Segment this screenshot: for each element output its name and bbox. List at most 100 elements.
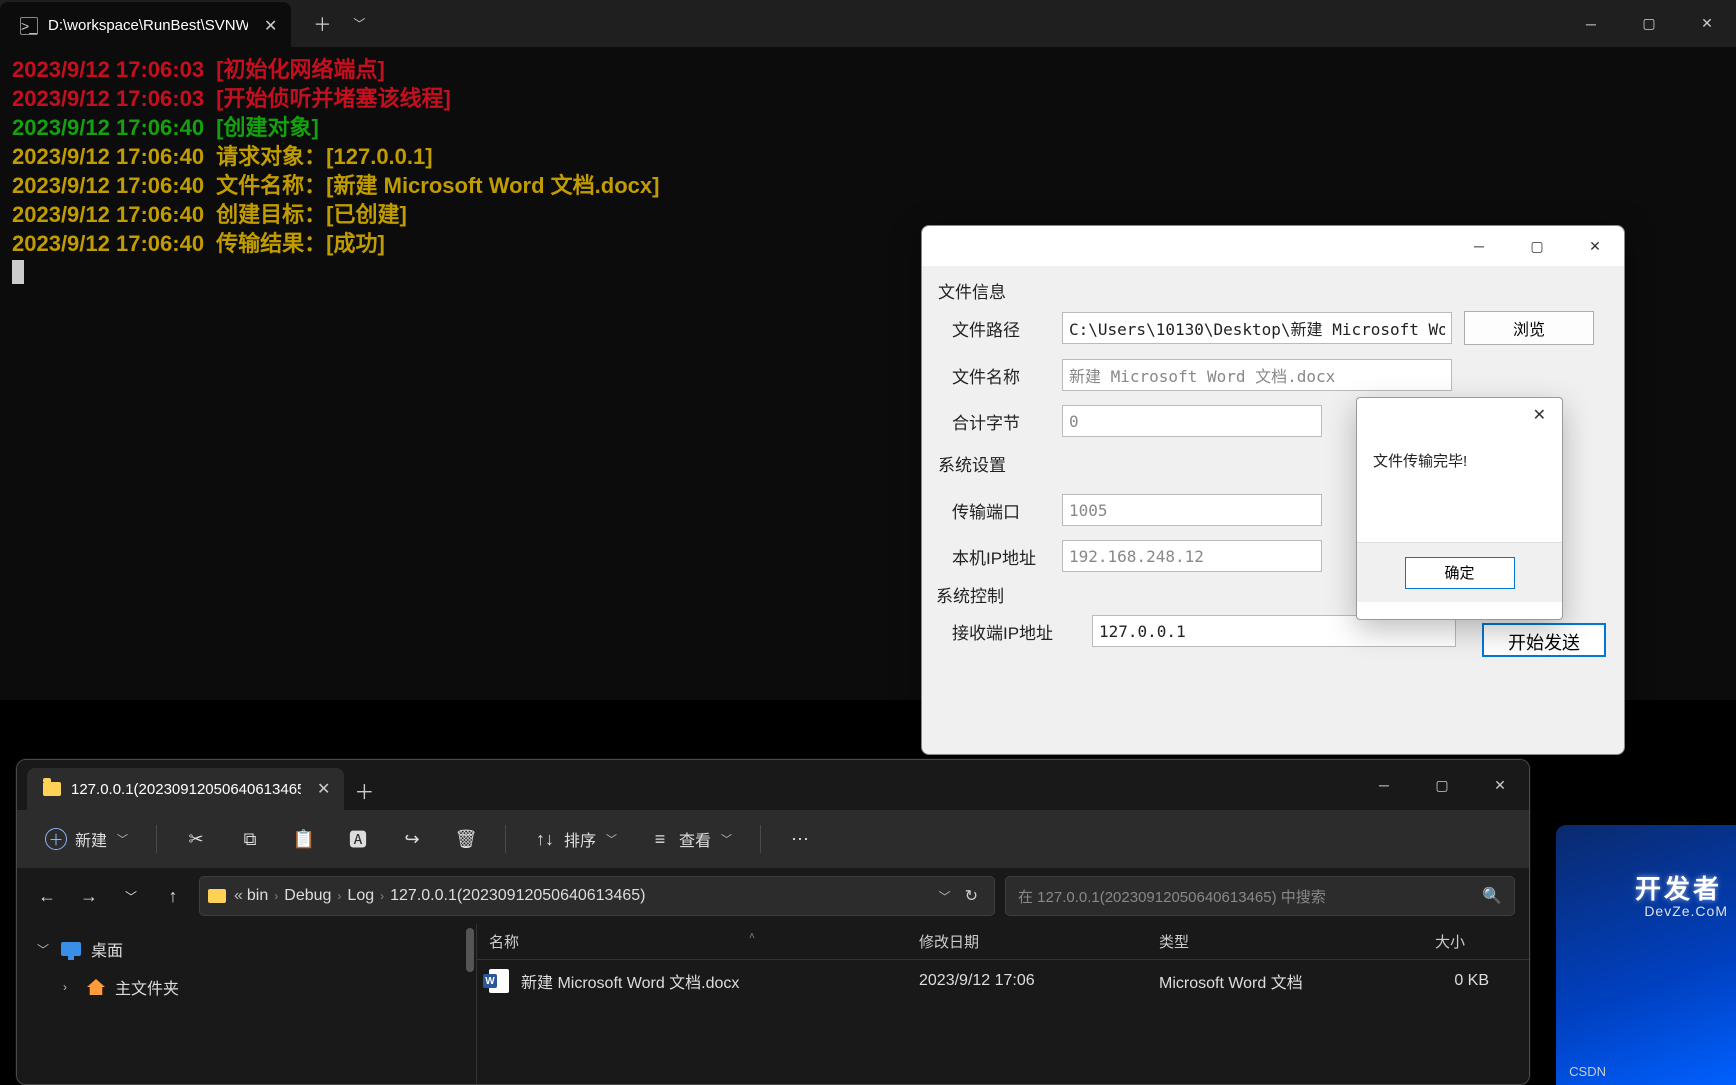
more-button[interactable]: ⋯ (777, 820, 823, 858)
sort-button[interactable]: ↑↓ 排序 ﹀ (522, 820, 629, 858)
explorer-tab[interactable]: 127.0.0.1(20230912050640613465) ✕ (27, 768, 344, 810)
sidebar-item-home[interactable]: › 主文件夹 (17, 968, 476, 1006)
terminal-window-controls: ─ ▢ ✕ (1562, 4, 1736, 44)
share-button[interactable]: ↪ (389, 820, 435, 858)
file-path-input[interactable] (1062, 312, 1452, 344)
breadcrumb-segment[interactable]: 127.0.0.1(20230912050640613465) (390, 887, 645, 905)
clipboard-icon: 📋 (293, 828, 315, 850)
nav-back-button[interactable]: ← (31, 877, 63, 915)
terminal-tab-dropdown-icon[interactable]: ﹀ (345, 7, 373, 41)
label-file-path: 文件路径 (952, 316, 1062, 341)
delete-button[interactable]: 🗑 (443, 820, 489, 858)
sidebar-scrollbar[interactable] (466, 928, 474, 972)
browse-button[interactable]: 浏览 (1464, 311, 1594, 345)
address-bar[interactable]: «bin›Debug›Log›127.0.0.1(202309120506406… (199, 876, 995, 916)
copy-button[interactable]: ⧉ (227, 820, 273, 858)
share-icon: ↪ (401, 828, 423, 850)
trash-icon: 🗑 (455, 828, 477, 850)
explorer-address-row: ← → ﹀ ↑ «bin›Debug›Log›127.0.0.1(2023091… (17, 868, 1529, 924)
message-box: ✕ 文件传输完毕! 确定 (1356, 397, 1563, 620)
explorer-tab-close-icon[interactable]: ✕ (317, 779, 330, 799)
address-dropdown-icon[interactable]: ﹀ (933, 888, 957, 905)
section-file-info: 文件信息 (938, 278, 1608, 303)
paste-button[interactable]: 📋 (281, 820, 327, 858)
column-date[interactable]: 修改日期 (907, 931, 1147, 952)
file-date: 2023/9/12 17:06 (919, 972, 1159, 990)
chevron-down-icon: ﹀ (721, 831, 732, 847)
cut-button[interactable]: ✂ (173, 820, 219, 858)
sort-button-label: 排序 (564, 827, 596, 851)
file-name: 新建 Microsoft Word 文档.docx (521, 969, 739, 993)
explorer-sidebar: ﹀ 桌面 › 主文件夹 (17, 924, 477, 1084)
view-button-label: 查看 (679, 827, 711, 851)
terminal-tab-close-icon[interactable]: ✕ (264, 16, 277, 36)
separator (760, 825, 761, 853)
msgbox-ok-button[interactable]: 确定 (1405, 557, 1515, 589)
sidebar-item-label: 桌面 (91, 937, 123, 961)
nav-recent-button[interactable]: ﹀ (115, 877, 147, 915)
scissors-icon: ✂ (185, 828, 207, 850)
folder-icon (43, 782, 61, 796)
csdn-watermark: CSDN (1569, 1064, 1606, 1079)
explorer-window: 127.0.0.1(20230912050640613465) ✕ ＋ ─ ▢ … (16, 759, 1530, 1085)
chevron-down-icon: ﹀ (606, 831, 617, 847)
explorer-close-button[interactable]: ✕ (1471, 765, 1529, 805)
desktop-icon (61, 942, 81, 956)
explorer-minimize-button[interactable]: ─ (1355, 765, 1413, 805)
port-input (1062, 494, 1322, 526)
terminal-tab[interactable]: >_ D:\workspace\RunBest\SVNW ✕ (0, 2, 291, 49)
terminal-new-tab-button[interactable]: ＋ (305, 7, 339, 41)
sidebar-item-desktop[interactable]: ﹀ 桌面 (17, 930, 476, 968)
dialog-minimize-button[interactable]: ─ (1450, 227, 1508, 265)
explorer-titlebar: 127.0.0.1(20230912050640613465) ✕ ＋ ─ ▢ … (17, 760, 1529, 810)
brand-url: DevZe.CoM (1644, 903, 1728, 919)
chevron-down-icon: ﹀ (117, 831, 128, 847)
column-name[interactable]: 名称 ˄ (477, 931, 907, 952)
terminal-titlebar: >_ D:\workspace\RunBest\SVNW ✕ ＋ ﹀ ─ ▢ ✕ (0, 0, 1736, 47)
column-size[interactable]: 大小 (1347, 931, 1477, 952)
search-box[interactable]: 在 127.0.0.1(20230912050640613465) 中搜索 🔍 (1005, 876, 1515, 916)
breadcrumb-segment[interactable]: Debug (284, 887, 331, 905)
minimize-button[interactable]: ─ (1562, 4, 1620, 44)
label-local-ip: 本机IP地址 (952, 544, 1062, 569)
sort-icon: ↑↓ (534, 828, 556, 850)
folder-icon (208, 889, 226, 903)
explorer-new-tab-button[interactable]: ＋ (344, 770, 384, 810)
dialog-maximize-button[interactable]: ▢ (1508, 227, 1566, 265)
breadcrumb-segment[interactable]: bin (247, 887, 268, 905)
dialog-close-button[interactable]: ✕ (1566, 227, 1624, 265)
home-icon (87, 979, 105, 995)
file-row[interactable]: 新建 Microsoft Word 文档.docx 2023/9/12 17:0… (477, 960, 1529, 1002)
close-button[interactable]: ✕ (1678, 4, 1736, 44)
sidebar-item-label: 主文件夹 (115, 975, 179, 999)
msgbox-close-icon[interactable]: ✕ (1525, 403, 1554, 427)
label-port: 传输端口 (952, 498, 1062, 523)
maximize-button[interactable]: ▢ (1620, 4, 1678, 44)
start-send-button[interactable]: 开始发送 (1482, 623, 1606, 657)
chevron-down-icon: ﹀ (37, 941, 51, 958)
refresh-icon[interactable]: ↻ (957, 886, 986, 906)
new-button-label: 新建 (75, 827, 107, 851)
breadcrumb-segment[interactable]: Log (347, 887, 374, 905)
explorer-toolbar: ＋ 新建 ﹀ ✂ ⧉ 📋 🅰 ↪ 🗑 ↑↓ 排序 ﹀ ≡ 查看 ﹀ ⋯ (17, 810, 1529, 868)
terminal-tab-title: D:\workspace\RunBest\SVNW (48, 17, 248, 34)
new-button[interactable]: ＋ 新建 ﹀ (33, 820, 140, 858)
nav-forward-button[interactable]: → (73, 877, 105, 915)
separator (156, 825, 157, 853)
rename-button[interactable]: 🅰 (335, 820, 381, 858)
explorer-maximize-button[interactable]: ▢ (1413, 765, 1471, 805)
dialog-titlebar: ─ ▢ ✕ (922, 226, 1624, 266)
file-name-input (1062, 359, 1452, 391)
label-file-name: 文件名称 (952, 363, 1062, 388)
total-bytes-input (1062, 405, 1322, 437)
ellipsis-icon: ⋯ (789, 828, 811, 850)
terminal-icon: >_ (20, 17, 38, 35)
word-doc-icon (489, 969, 509, 993)
explorer-window-controls: ─ ▢ ✕ (1355, 760, 1529, 810)
nav-up-button[interactable]: ↑ (157, 877, 189, 915)
view-button[interactable]: ≡ 查看 ﹀ (637, 820, 744, 858)
file-list-header: 名称 ˄ 修改日期 类型 大小 (477, 924, 1529, 960)
column-type[interactable]: 类型 (1147, 931, 1347, 952)
rename-icon: 🅰 (347, 828, 369, 850)
brand-title: 开发者 (1635, 869, 1722, 906)
